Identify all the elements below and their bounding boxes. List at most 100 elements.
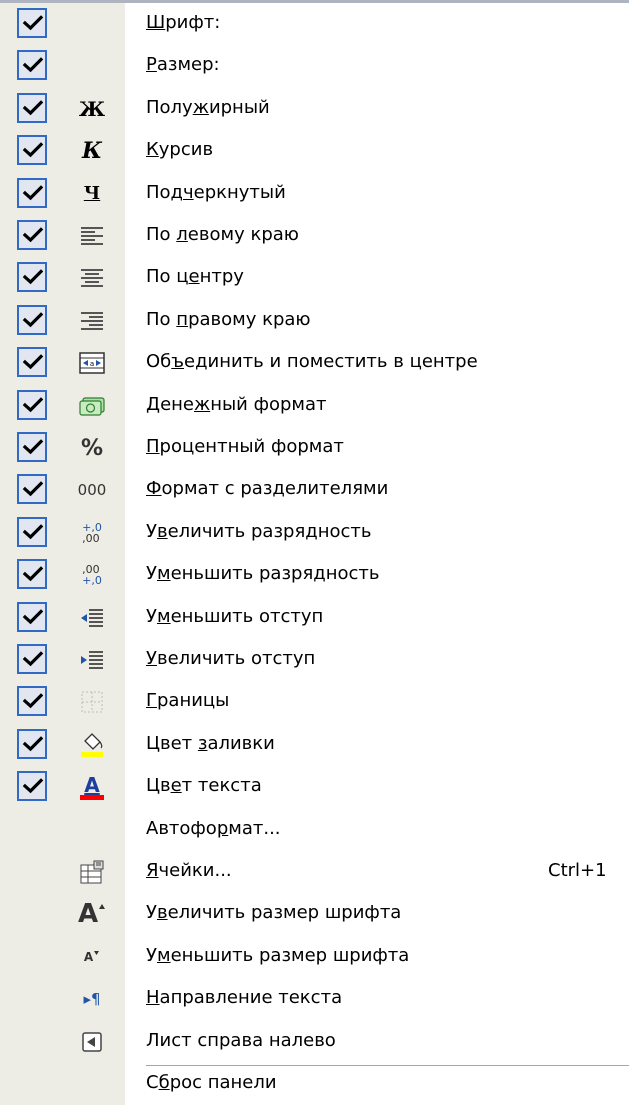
accelerator-key: в [156, 902, 168, 924]
percent-glyph: % [80, 435, 104, 461]
menu-item-bold[interactable]: Ж Полужирный [0, 88, 629, 130]
checkmark-icon[interactable] [17, 304, 47, 335]
accelerator-key: ж [193, 393, 211, 415]
menu-item-merge-center[interactable]: a Объединить и поместить в центре [0, 342, 629, 384]
menu-item-label: Полужирный [146, 96, 270, 118]
accelerator-key: ч [183, 181, 194, 203]
shrink-font-glyph: A [83, 949, 94, 964]
checkmark-icon[interactable] [17, 347, 47, 378]
accelerator-key: П [146, 436, 160, 457]
accelerator-key: м [156, 605, 171, 627]
menu-item-italic[interactable]: К Курсив [0, 130, 629, 172]
menu-item-underline[interactable]: Ч Подчеркнутый [0, 173, 629, 215]
menu-item-size[interactable]: Размер: [0, 45, 629, 87]
menu-item-borders[interactable]: Границы [0, 681, 629, 723]
menu-item-label: Лист справа налево [146, 1029, 336, 1051]
menu-item-label: По центру [146, 266, 244, 288]
italic-glyph: К [81, 138, 102, 165]
checkmark-icon[interactable] [17, 686, 47, 717]
menu-item-comma-style[interactable]: 000 Формат с разделителями [0, 469, 629, 511]
menu-item-decrease-indent[interactable]: Уменьшить отступ [0, 597, 629, 639]
checkmark-icon[interactable] [17, 559, 47, 590]
menu-item-fill-color[interactable]: Цвет заливки [0, 724, 629, 766]
checkmark-icon[interactable] [17, 177, 47, 208]
menu-item-label: Увеличить размер шрифта [146, 902, 402, 924]
checkmark-icon[interactable] [17, 432, 47, 462]
checkmark-icon[interactable] [17, 389, 47, 420]
menu-item-label: Цвет заливки [146, 732, 275, 754]
bold-icon: Ж [72, 93, 112, 125]
grow-font-icon: A [72, 898, 112, 930]
format-toolbar-customize-menu: Шрифт: Размер: Ж Полужирный К Курсив Ч Подч… [0, 0, 629, 1105]
text-direction-icon: ▸¶ [72, 983, 112, 1015]
decrease-decimal-bottom: +,0 [82, 574, 102, 588]
comma-style-icon: 000 [72, 474, 112, 506]
menu-item-font[interactable]: Шрифт: [0, 3, 629, 45]
menu-item-align-left[interactable]: По левому краю [0, 215, 629, 257]
bold-glyph: Ж [78, 96, 106, 121]
checkmark-icon[interactable] [17, 220, 47, 250]
menu-item-grow-font[interactable]: A Увеличить размер шрифта [0, 893, 629, 935]
checkmark-icon[interactable] [17, 8, 47, 38]
accelerator-key: е [170, 775, 182, 797]
menu-item-label: Ячейки... [146, 860, 232, 881]
align-left-icon [72, 220, 112, 252]
font-color-bar [80, 794, 104, 800]
font-color-icon: A [72, 771, 112, 803]
sheet-rtl-icon [72, 1026, 112, 1058]
menu-item-increase-decimal[interactable]: +,0,00 Увеличить разрядность [0, 512, 629, 554]
menu-item-shrink-font[interactable]: A Уменьшить размер шрифта [0, 936, 629, 978]
accelerator-key: ж [192, 96, 209, 118]
checkmark-icon[interactable] [17, 474, 47, 505]
menu-item-decrease-decimal[interactable]: ,00 +,0 Уменьшить разрядность [0, 554, 629, 596]
menu-item-align-center[interactable]: По центру [0, 257, 629, 299]
accelerator-key: Н [146, 987, 160, 1009]
increase-indent-icon [72, 644, 112, 676]
menu-item-increase-indent[interactable]: Увеличить отступ [0, 639, 629, 681]
increase-decimal-icon: +,0,00 [72, 517, 112, 549]
menu-separator [146, 1065, 629, 1066]
accelerator-key: ъ [171, 351, 184, 373]
menu-item-label: Уменьшить отступ [146, 605, 324, 627]
menu-item-align-right[interactable]: По правому краю [0, 300, 629, 342]
menu-item-percent[interactable]: % Процентный формат [0, 427, 629, 469]
underline-icon: Ч [72, 178, 112, 210]
checkmark-icon[interactable] [17, 601, 47, 632]
align-center-icon [72, 262, 112, 294]
menu-item-currency[interactable]: Денежный формат [0, 385, 629, 427]
menu-item-label: Цвет текста [146, 775, 262, 797]
accelerator-key: п [176, 308, 189, 330]
menu-item-label: Увеличить разрядность [146, 520, 372, 542]
menu-item-label: Процентный формат [146, 436, 344, 457]
borders-icon [72, 686, 112, 718]
menu-item-label: Объединить и поместить в центре [146, 351, 478, 373]
percent-icon: % [72, 432, 112, 464]
italic-icon: К [72, 135, 112, 167]
accelerator-key: Ш [146, 12, 166, 33]
checkmark-icon[interactable] [17, 50, 47, 81]
checkmark-icon[interactable] [17, 516, 47, 547]
menu-item-format-cells[interactable]: Ячейки... Ctrl+1 [0, 851, 629, 893]
menu-item-label: Подчеркнутый [146, 181, 286, 203]
checkmark-icon[interactable] [17, 262, 47, 293]
checkmark-icon[interactable] [17, 728, 47, 759]
checkmark-icon[interactable] [17, 771, 47, 802]
checkmark-icon[interactable] [17, 135, 47, 166]
menu-item-label: Размер: [146, 54, 220, 76]
menu-item-text-direction[interactable]: ▸¶ Направление текста [0, 978, 629, 1020]
currency-icon [72, 390, 112, 422]
menu-item-label: Уменьшить разрядность [146, 563, 380, 585]
align-right-icon [72, 305, 112, 337]
accelerator-key: в [156, 520, 168, 542]
accelerator-key: Я [146, 860, 159, 881]
menu-item-sheet-rtl[interactable]: Лист справа налево [0, 1021, 629, 1063]
accelerator-key: е [188, 266, 200, 288]
menu-item-label: Уменьшить размер шрифта [146, 944, 410, 966]
merge-center-icon: a [72, 347, 112, 379]
menu-item-reset-toolbar[interactable]: Сброс панели [0, 1063, 629, 1105]
accelerator-key: К [146, 139, 159, 161]
menu-item-font-color[interactable]: A Цвет текста [0, 766, 629, 808]
menu-item-autoformat[interactable]: Автоформат... [0, 809, 629, 851]
checkmark-icon[interactable] [17, 644, 47, 674]
checkmark-icon[interactable] [17, 92, 47, 123]
